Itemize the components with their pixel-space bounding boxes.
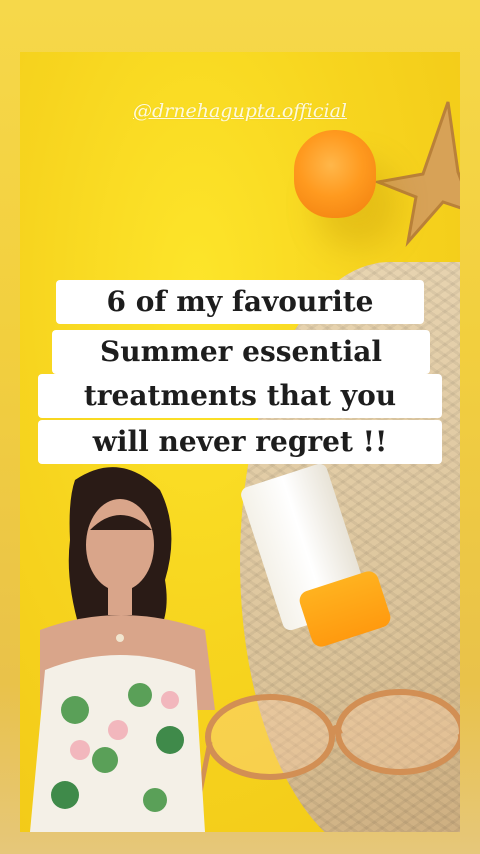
sunglasses-icon [200, 689, 460, 793]
headline-line-3: treatments that you [38, 374, 442, 418]
headline-line-2: Summer essential [52, 330, 430, 374]
headline-line-1: 6 of my favourite [56, 280, 424, 324]
person-photo [30, 467, 215, 832]
sunscreen-cap-icon [294, 130, 376, 218]
headline-line-4: will never regret !! [38, 420, 442, 464]
